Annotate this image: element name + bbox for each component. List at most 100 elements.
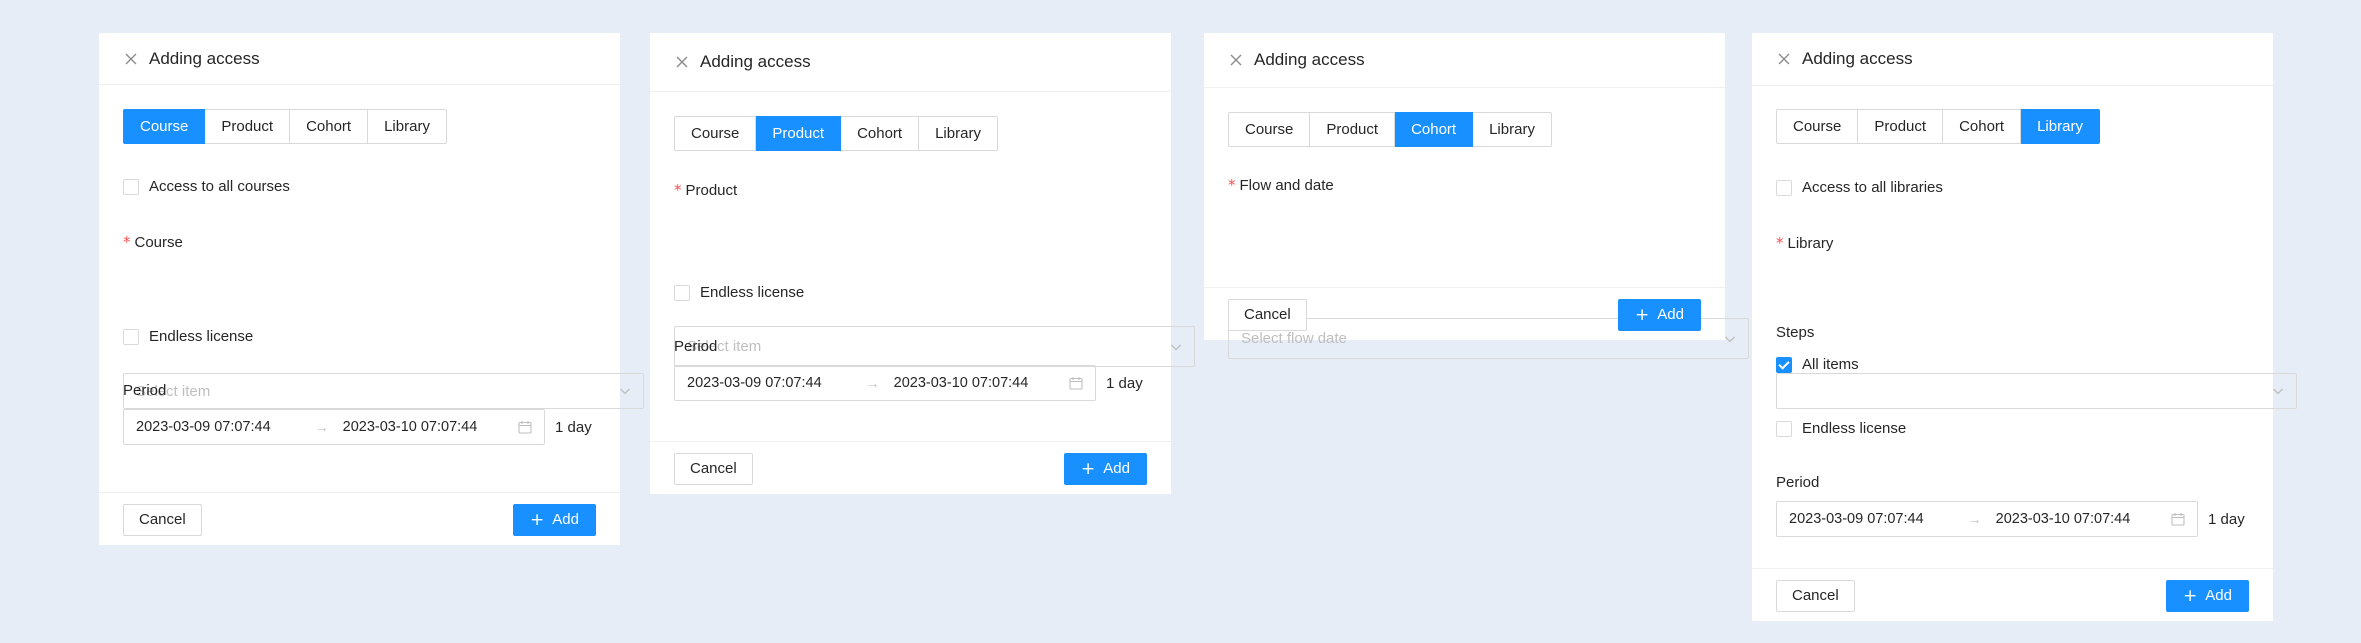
- add-button[interactable]: + Add: [1064, 453, 1147, 485]
- tab-product[interactable]: Product: [205, 109, 291, 144]
- dialog-header: Adding access: [650, 33, 1171, 92]
- tab-library[interactable]: Library: [368, 109, 447, 144]
- arrow-right-icon: →: [865, 375, 880, 391]
- adding-access-dialog-library: Adding access Course Product Cohort Libr…: [1752, 33, 2297, 621]
- calendar-icon: [2171, 512, 2185, 526]
- cancel-button[interactable]: Cancel: [1228, 299, 1307, 331]
- cancel-button[interactable]: Cancel: [1776, 580, 1855, 612]
- period-row: 2023-03-09 07:07:44 → 2023-03-10 07:07:4…: [123, 409, 596, 445]
- access-all-libraries-row[interactable]: Access to all libraries: [1776, 179, 2249, 196]
- plus-icon: +: [1635, 305, 1650, 325]
- add-button-label: Add: [2205, 587, 2232, 604]
- close-icon[interactable]: [123, 51, 139, 67]
- dialog-footer: Cancel + Add: [650, 441, 1171, 494]
- course-field-label: * Course: [123, 233, 596, 251]
- calendar-icon: [1069, 376, 1083, 390]
- period-label: Period: [1776, 474, 1820, 491]
- endless-license-label: Endless license: [149, 328, 254, 345]
- library-label-text: Library: [1787, 235, 1834, 252]
- period-duration: 1 day: [555, 418, 592, 436]
- dialog-footer: Cancel + Add: [1752, 568, 2273, 621]
- tab-library[interactable]: Library: [1473, 112, 1552, 147]
- close-icon[interactable]: [674, 54, 690, 70]
- add-button[interactable]: + Add: [2166, 580, 2249, 612]
- steps-label: Steps: [1776, 324, 1815, 341]
- tab-cohort[interactable]: Cohort: [841, 116, 920, 151]
- period-duration: 1 day: [1106, 374, 1143, 392]
- chevron-down-icon: [1724, 333, 1736, 345]
- add-button[interactable]: + Add: [1618, 299, 1701, 331]
- all-items-label: All items: [1802, 356, 1859, 373]
- tab-product[interactable]: Product: [756, 116, 842, 151]
- period-end[interactable]: 2023-03-10 07:07:44: [894, 375, 1029, 391]
- adding-access-dialog-cohort: Adding access Course Product Cohort Libr…: [1204, 33, 1749, 359]
- period-start[interactable]: 2023-03-09 07:07:44: [687, 375, 822, 391]
- tab-library[interactable]: Library: [2021, 109, 2100, 144]
- period-row: 2023-03-09 07:07:44 → 2023-03-10 07:07:4…: [674, 365, 1147, 401]
- required-mark: *: [1228, 176, 1236, 194]
- access-type-tabs: Course Product Cohort Library: [1228, 112, 1701, 147]
- dialog-header: Adding access: [1752, 33, 2273, 86]
- dialog-title: Adding access: [149, 48, 260, 68]
- period-label: Period: [123, 382, 167, 399]
- flow-date-field-label: * Flow and date: [1228, 176, 1701, 194]
- access-all-label: Access to all courses: [149, 178, 290, 195]
- plus-icon: +: [2183, 586, 2198, 606]
- dialog-header: Adding access: [99, 33, 620, 85]
- tab-course[interactable]: Course: [1228, 112, 1311, 147]
- tab-course[interactable]: Course: [1776, 109, 1859, 144]
- period-duration: 1 day: [2208, 510, 2245, 528]
- add-button[interactable]: + Add: [513, 504, 596, 536]
- cancel-button[interactable]: Cancel: [123, 504, 202, 536]
- dialog-title: Adding access: [700, 52, 811, 71]
- access-all-courses-row[interactable]: Access to all courses: [123, 178, 596, 195]
- dialog-title: Adding access: [1254, 50, 1365, 69]
- access-type-tabs: Course Product Cohort Library: [1776, 109, 2249, 144]
- library-select[interactable]: [1776, 373, 2297, 409]
- course-label-text: Course: [134, 234, 183, 251]
- period-start[interactable]: 2023-03-09 07:07:44: [136, 419, 271, 435]
- tab-product[interactable]: Product: [1858, 109, 1944, 144]
- endless-license-row[interactable]: Endless license: [123, 328, 596, 345]
- period-end[interactable]: 2023-03-10 07:07:44: [1996, 511, 2131, 527]
- plus-icon: +: [1081, 459, 1096, 479]
- close-icon[interactable]: [1228, 52, 1244, 68]
- tab-cohort[interactable]: Cohort: [1395, 112, 1474, 147]
- period-start[interactable]: 2023-03-09 07:07:44: [1789, 511, 1924, 527]
- period-range-picker[interactable]: 2023-03-09 07:07:44 → 2023-03-10 07:07:4…: [1776, 501, 2198, 537]
- endless-license-checkbox[interactable]: [674, 284, 690, 301]
- calendar-icon: [518, 420, 532, 434]
- endless-license-row[interactable]: Endless license: [674, 284, 1147, 301]
- required-mark: *: [123, 233, 131, 251]
- access-all-checkbox[interactable]: [1776, 179, 1792, 196]
- endless-license-checkbox[interactable]: [123, 328, 139, 345]
- product-field-label: * Product: [674, 181, 1147, 199]
- dialog-footer: Cancel + Add: [1204, 287, 1725, 340]
- adding-access-dialog-product: Adding access Course Product Cohort Libr…: [650, 33, 1195, 494]
- period-row: 2023-03-09 07:07:44 → 2023-03-10 07:07:4…: [1776, 501, 2249, 537]
- tab-library[interactable]: Library: [919, 116, 998, 151]
- period-end[interactable]: 2023-03-10 07:07:44: [343, 419, 478, 435]
- tab-course[interactable]: Course: [123, 109, 206, 144]
- chevron-down-icon: [2272, 385, 2284, 397]
- tab-course[interactable]: Course: [674, 116, 757, 151]
- all-items-checkbox[interactable]: [1776, 356, 1792, 373]
- access-all-checkbox[interactable]: [123, 178, 139, 195]
- tab-product[interactable]: Product: [1310, 112, 1396, 147]
- endless-license-checkbox[interactable]: [1776, 420, 1792, 437]
- tab-cohort[interactable]: Cohort: [1943, 109, 2022, 144]
- endless-license-row[interactable]: Endless license: [1776, 420, 2249, 437]
- arrow-right-icon: →: [314, 419, 329, 435]
- library-field-label: * Library: [1776, 234, 2249, 252]
- dialog-header: Adding access: [1204, 33, 1725, 88]
- endless-license-label: Endless license: [700, 284, 805, 301]
- cancel-button[interactable]: Cancel: [674, 453, 753, 485]
- period-range-picker[interactable]: 2023-03-09 07:07:44 → 2023-03-10 07:07:4…: [123, 409, 545, 445]
- chevron-down-icon: [1170, 341, 1182, 353]
- required-mark: *: [674, 181, 682, 199]
- tab-cohort[interactable]: Cohort: [290, 109, 369, 144]
- close-icon[interactable]: [1776, 51, 1792, 67]
- adding-access-dialog-course: Adding access Course Product Cohort Libr…: [99, 33, 644, 545]
- steps-all-items-row[interactable]: All items: [1776, 356, 2249, 373]
- period-range-picker[interactable]: 2023-03-09 07:07:44 → 2023-03-10 07:07:4…: [674, 365, 1096, 401]
